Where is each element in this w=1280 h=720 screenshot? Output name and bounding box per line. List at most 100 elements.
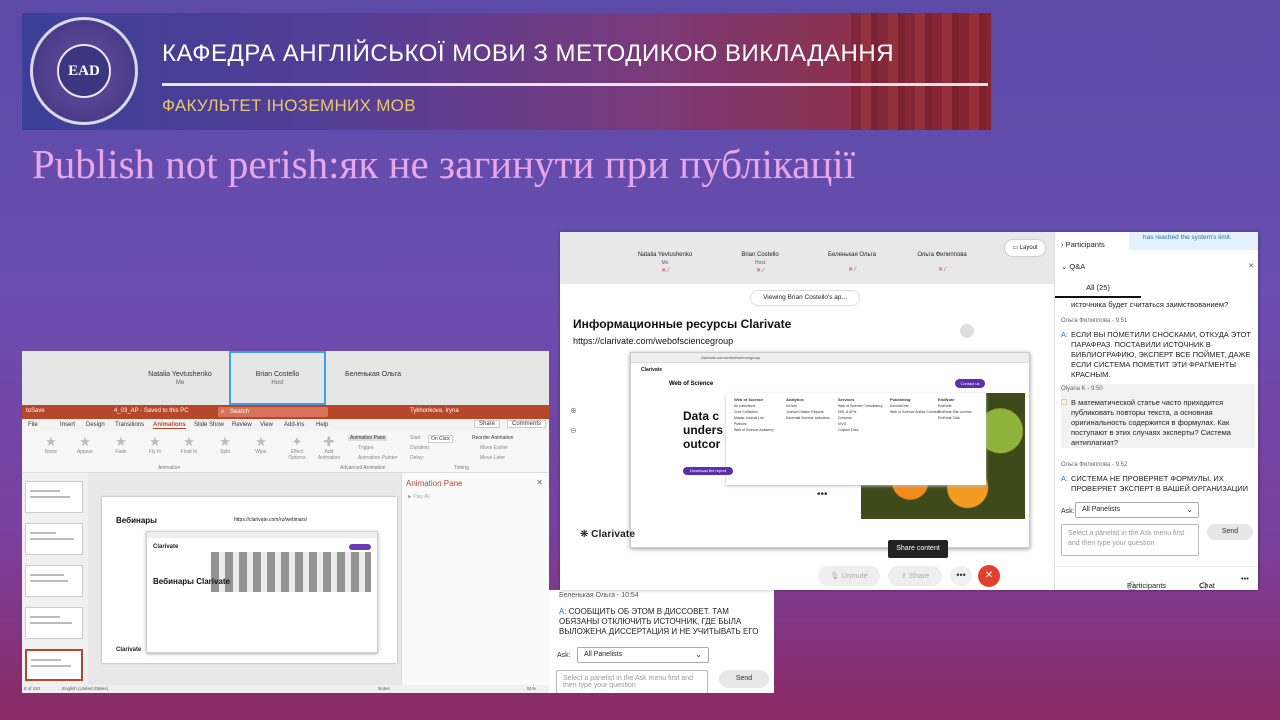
star-icon: ★ (45, 434, 57, 449)
question-input[interactable]: Select a panelist in the Ask menu first … (556, 670, 708, 693)
animation-painter-button[interactable]: Animation Painter (358, 455, 397, 461)
ppt-workspace: Вебинары https://clarivate.com/ru/webina… (22, 473, 549, 685)
slide-thumbnail[interactable] (25, 523, 83, 555)
start-select[interactable]: On Click (428, 435, 453, 443)
delay-label[interactable]: Delay: (410, 455, 424, 461)
notes-button[interactable]: Notes (378, 686, 390, 691)
zoom-level[interactable]: 51% (527, 686, 536, 691)
zoom-in-icon[interactable]: ⊕ (570, 406, 580, 416)
slide-control-icon[interactable] (960, 324, 974, 338)
star-icon: ★ (115, 434, 127, 449)
qa-header-label: Q&A (1069, 262, 1086, 271)
trigger-button[interactable]: Trigger (358, 445, 374, 451)
play-all-button[interactable]: ▶ Play All (408, 494, 430, 500)
participant-card[interactable]: Natalia Yevtushenko Me ✕ ⁄ (620, 252, 710, 274)
anim-none[interactable]: ★ None (38, 434, 64, 455)
menu-item: Master Journal List (734, 416, 764, 420)
hero-image (211, 552, 371, 592)
participant-name: Беленькая Ольга (345, 371, 401, 378)
qa-meta: Ольга Филиппова - 9:52 (1061, 462, 1128, 468)
tab-transitions[interactable]: Transitions (115, 422, 144, 428)
anim-wipe[interactable]: ★ Wipe (248, 434, 274, 455)
browser-url: clarivate.com/webofsciencegroup (631, 353, 1029, 363)
send-button[interactable]: Send (719, 670, 769, 688)
zoom-out-icon[interactable]: ⊖ (570, 426, 580, 436)
end-call-button[interactable]: ✕ (978, 565, 1000, 587)
tab-review[interactable]: Review (232, 422, 252, 428)
move-later-button[interactable]: Move Later (480, 455, 505, 461)
user-name[interactable]: Tykhonkova, Iryna (410, 408, 459, 414)
ask-select[interactable]: All Panelists ⌄ (577, 647, 709, 663)
layout-button[interactable]: ▭ Layout (1005, 240, 1045, 256)
tab-help[interactable]: Help (316, 422, 328, 428)
slide-thumbnail-selected[interactable] (25, 649, 83, 681)
share-content-tooltip: Share content (888, 540, 948, 558)
anim-appear[interactable]: ★ Appear (72, 434, 98, 455)
send-button[interactable]: Send (1207, 524, 1253, 540)
ask-label: Ask: (1061, 508, 1075, 515)
participants-strip: Natalia Yevtushenko Me ✕ ⁄ Brian Costell… (560, 232, 1054, 284)
folder-icon: ☐ (1061, 398, 1068, 407)
anim-fly-in[interactable]: ★ Fly In (142, 434, 168, 455)
anim-label: Appear (76, 449, 94, 455)
ask-select[interactable]: All Panelists ⌄ (1075, 502, 1199, 518)
tab-slide-show[interactable]: Slide Show (194, 422, 224, 428)
header-banner: EAD КАФЕДРА АНГЛІЙСЬКОЇ МОВИ З МЕТОДИКОЮ… (22, 13, 991, 130)
anim-float-in[interactable]: ★ Float In (176, 434, 202, 455)
anim-label: None (45, 449, 57, 455)
qa-item-question[interactable]: Olyana K - 9:50 ☐ В математической статье… (1061, 384, 1255, 448)
participant-card[interactable]: Беленькая Ольга ✕ ⁄ (807, 252, 897, 273)
qa-panel-fragment: Беленькая Ольга - 10:54 A: СООБЩИТЬ ОБ Э… (549, 590, 774, 693)
answer-text: A: СООБЩИТЬ ОБ ЭТОМ В ДИССОВЕТ. ТАМ ОБЯЗ… (559, 607, 771, 637)
tab-view[interactable]: View (260, 422, 273, 428)
participant-card-active[interactable]: Brian Costello Host (229, 351, 326, 405)
anim-fade[interactable]: ★ Fade (108, 434, 134, 455)
close-icon[interactable]: ✕ (536, 478, 543, 487)
participant-name: Ольга Филиппова (917, 252, 967, 258)
participants-section-header[interactable]: › Participants (1061, 240, 1105, 249)
unmute-button[interactable]: 🎙︎ Unmute (818, 566, 880, 586)
participant-card[interactable]: Natalia Yevtushenko Me (130, 351, 230, 405)
slide-thumbnail[interactable] (25, 607, 83, 639)
effect-options-button[interactable]: ✦ Effect Options (284, 434, 310, 461)
menu-item: InCites (786, 404, 797, 408)
tab-file[interactable]: File (28, 422, 38, 428)
ask-select-value: All Panelists (1082, 506, 1121, 513)
qa-section-header[interactable]: ⌄ Q&A (1061, 262, 1085, 271)
move-earlier-button[interactable]: Move Earlier (480, 445, 508, 451)
participant-card[interactable]: Ольга Филиппова ✕ ⁄ (897, 252, 987, 273)
answer-meta: Беленькая Ольга - 10:54 (559, 592, 639, 599)
animation-pane-button[interactable]: Animation Pane (348, 435, 388, 441)
viewing-indicator[interactable]: Viewing Brian Costello's ap... (750, 290, 860, 306)
duration-label[interactable]: Duration: (410, 445, 430, 451)
footer-more-button[interactable]: ••• (1241, 574, 1249, 583)
close-icon[interactable]: ✕ (1248, 262, 1254, 270)
menu-head: Web of Science (734, 397, 764, 402)
add-animation-button[interactable]: ✚ Add Animation (316, 434, 342, 461)
question-input[interactable]: Select a panelist in the Ask menu first … (1061, 524, 1199, 556)
anim-split[interactable]: ★ Split (212, 434, 238, 455)
autosave-label[interactable]: toSave (26, 408, 45, 414)
slide-thumbnail[interactable] (25, 481, 83, 513)
tab-design[interactable]: Design (86, 422, 105, 428)
browser-bar (147, 532, 377, 538)
anim-label: Effect Options (288, 449, 306, 461)
share-button[interactable]: ⇪ Share (888, 566, 942, 586)
slide-canvas[interactable]: Вебинары https://clarivate.com/ru/webina… (102, 497, 397, 663)
share-icon: ⇪ (900, 571, 910, 580)
search-box[interactable]: ⌕ Search (218, 407, 328, 417)
participant-card[interactable]: Беленькая Ольга (328, 351, 418, 405)
tab-animations[interactable]: Animations (153, 422, 186, 429)
participant-card[interactable]: Brian Costello Host ✕ ⁄ (715, 252, 805, 274)
tab-insert[interactable]: Insert (60, 422, 75, 428)
more-options-button[interactable]: ••• (950, 566, 972, 586)
system-limit-banner: has reached the system's limit. (1129, 232, 1258, 250)
shared-slide: Viewing Brian Costello's ap... Информаци… (560, 284, 1054, 558)
tab-all-questions[interactable]: All (25) (1055, 280, 1141, 298)
language-status[interactable]: English (United States) (62, 686, 108, 691)
share-button[interactable]: Share (474, 420, 501, 428)
comments-button[interactable]: Comments (507, 420, 547, 428)
menu-column: EndNote EndNote EndNote Site License EndNot… (938, 397, 972, 421)
slide-thumbnail[interactable] (25, 565, 83, 597)
tab-add-ins[interactable]: Add-ins (284, 422, 304, 428)
